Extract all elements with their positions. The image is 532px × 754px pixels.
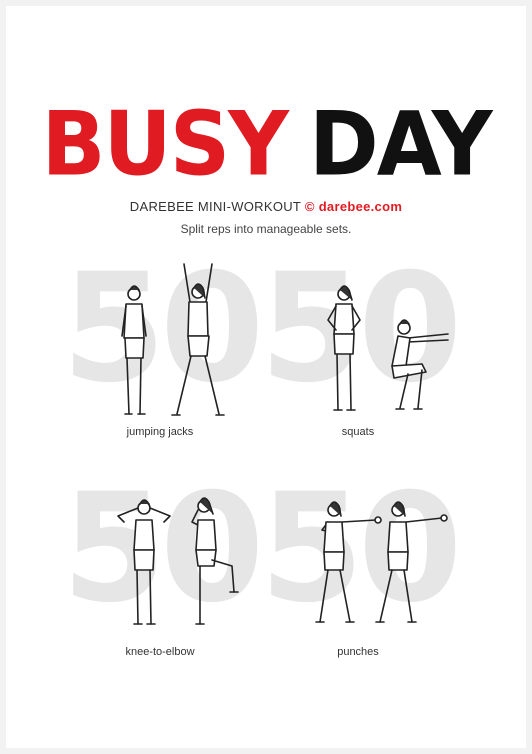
workout-poster: BUSY DAY DAREBEE MINI-WORKOUT © darebee.c… xyxy=(6,6,526,748)
squats-figure xyxy=(312,278,452,423)
jumping-jacks-figure xyxy=(112,262,232,427)
knee-to-elbow-figure xyxy=(104,488,244,643)
exercise-name: jumping jacks xyxy=(126,426,194,438)
exercise-card-punches: 50 punches xyxy=(258,474,463,664)
workout-title: BUSY DAY xyxy=(6,100,526,188)
brand-line: DAREBEE MINI-WORKOUT © darebee.com xyxy=(6,199,526,214)
site-link[interactable]: darebee.com xyxy=(319,199,403,214)
brand-label: DAREBEE MINI-WORKOUT xyxy=(129,199,301,214)
title-word-day: DAY xyxy=(309,92,493,196)
punches-figure xyxy=(298,488,458,643)
exercise-name: knee-to-elbow xyxy=(125,646,195,658)
title-word-busy: BUSY xyxy=(41,92,289,196)
workout-instructions: Split reps into manageable sets. xyxy=(180,222,352,236)
exercise-name: punches xyxy=(337,646,379,658)
exercise-name: squats xyxy=(341,426,375,438)
exercise-card-jumping-jacks: 50 jumping jacks xyxy=(60,254,265,444)
exercise-card-squats: 50 squats xyxy=(258,254,463,444)
copyright-symbol: © xyxy=(304,199,315,214)
exercise-card-knee-to-elbow: 50 knee-to-elbow xyxy=(60,474,265,664)
